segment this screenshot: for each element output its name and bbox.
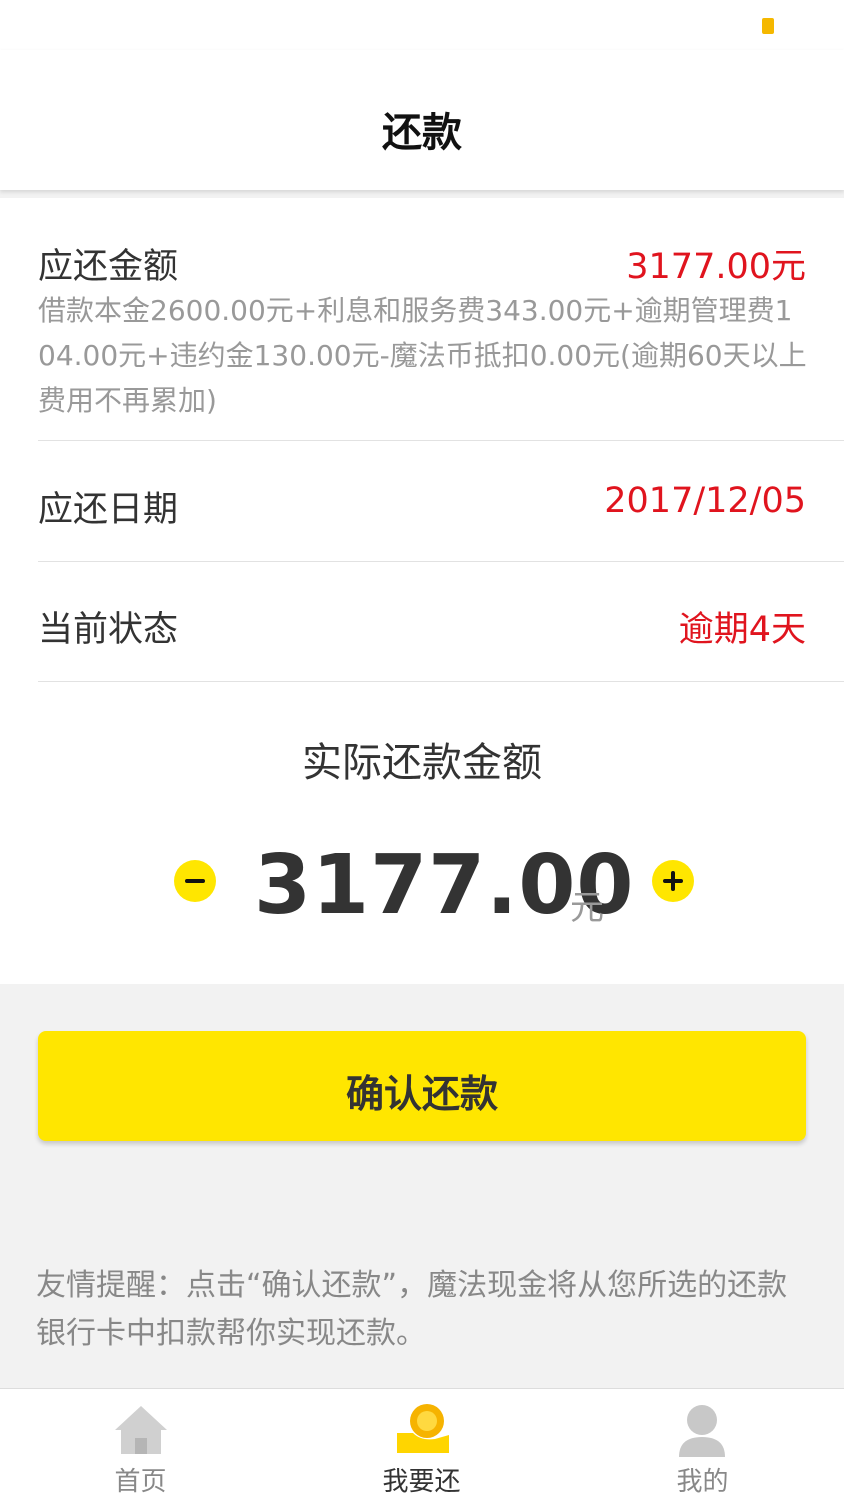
due-amount-detail: 借款本金2600.00元+利息和服务费343.00元+逾期管理费104.00元+… bbox=[38, 294, 807, 417]
page-title: 还款 bbox=[382, 110, 462, 156]
confirm-repay-label: 确认还款 bbox=[345, 1072, 498, 1116]
tab-mine-label: 我的 bbox=[676, 1467, 729, 1497]
due-amount-value: 3177.00元 bbox=[626, 247, 806, 287]
actual-amount-unit: 元 bbox=[570, 888, 604, 928]
tab-repay-label: 我要还 bbox=[382, 1467, 461, 1497]
status-bar bbox=[0, 0, 844, 50]
reminder-text: 友情提醒：点击“确认还款”，魔法现金将从您所选的还款银行卡中扣款帮你实现还款。 bbox=[36, 1268, 788, 1351]
status-label: 当前状态 bbox=[38, 610, 179, 650]
status-value: 逾期4天 bbox=[678, 610, 806, 650]
minus-icon[interactable] bbox=[174, 860, 216, 902]
repay-icon bbox=[397, 1404, 449, 1453]
home-icon bbox=[115, 1406, 167, 1454]
divider bbox=[38, 561, 844, 562]
tab-home[interactable]: 首页 bbox=[0, 1389, 281, 1501]
battery-icon bbox=[762, 18, 774, 34]
divider bbox=[38, 681, 844, 682]
tab-mine[interactable]: 我的 bbox=[562, 1389, 843, 1501]
due-date-value: 2017/12/05 bbox=[604, 481, 806, 521]
confirm-repay-button[interactable]: 确认还款 bbox=[38, 1031, 806, 1141]
divider bbox=[38, 440, 844, 441]
due-amount-label: 应还金额 bbox=[38, 247, 179, 287]
tab-repay[interactable]: 我要还 bbox=[281, 1389, 562, 1501]
plus-icon[interactable] bbox=[652, 860, 694, 902]
header: 还款 bbox=[0, 50, 844, 190]
user-icon bbox=[679, 1405, 725, 1457]
tab-home-label: 首页 bbox=[114, 1467, 167, 1497]
actual-amount-title: 实际还款金额 bbox=[302, 740, 542, 786]
bottom-tabbar: 首页 我要还 我的 bbox=[0, 1388, 844, 1501]
due-date-label: 应还日期 bbox=[38, 490, 179, 530]
